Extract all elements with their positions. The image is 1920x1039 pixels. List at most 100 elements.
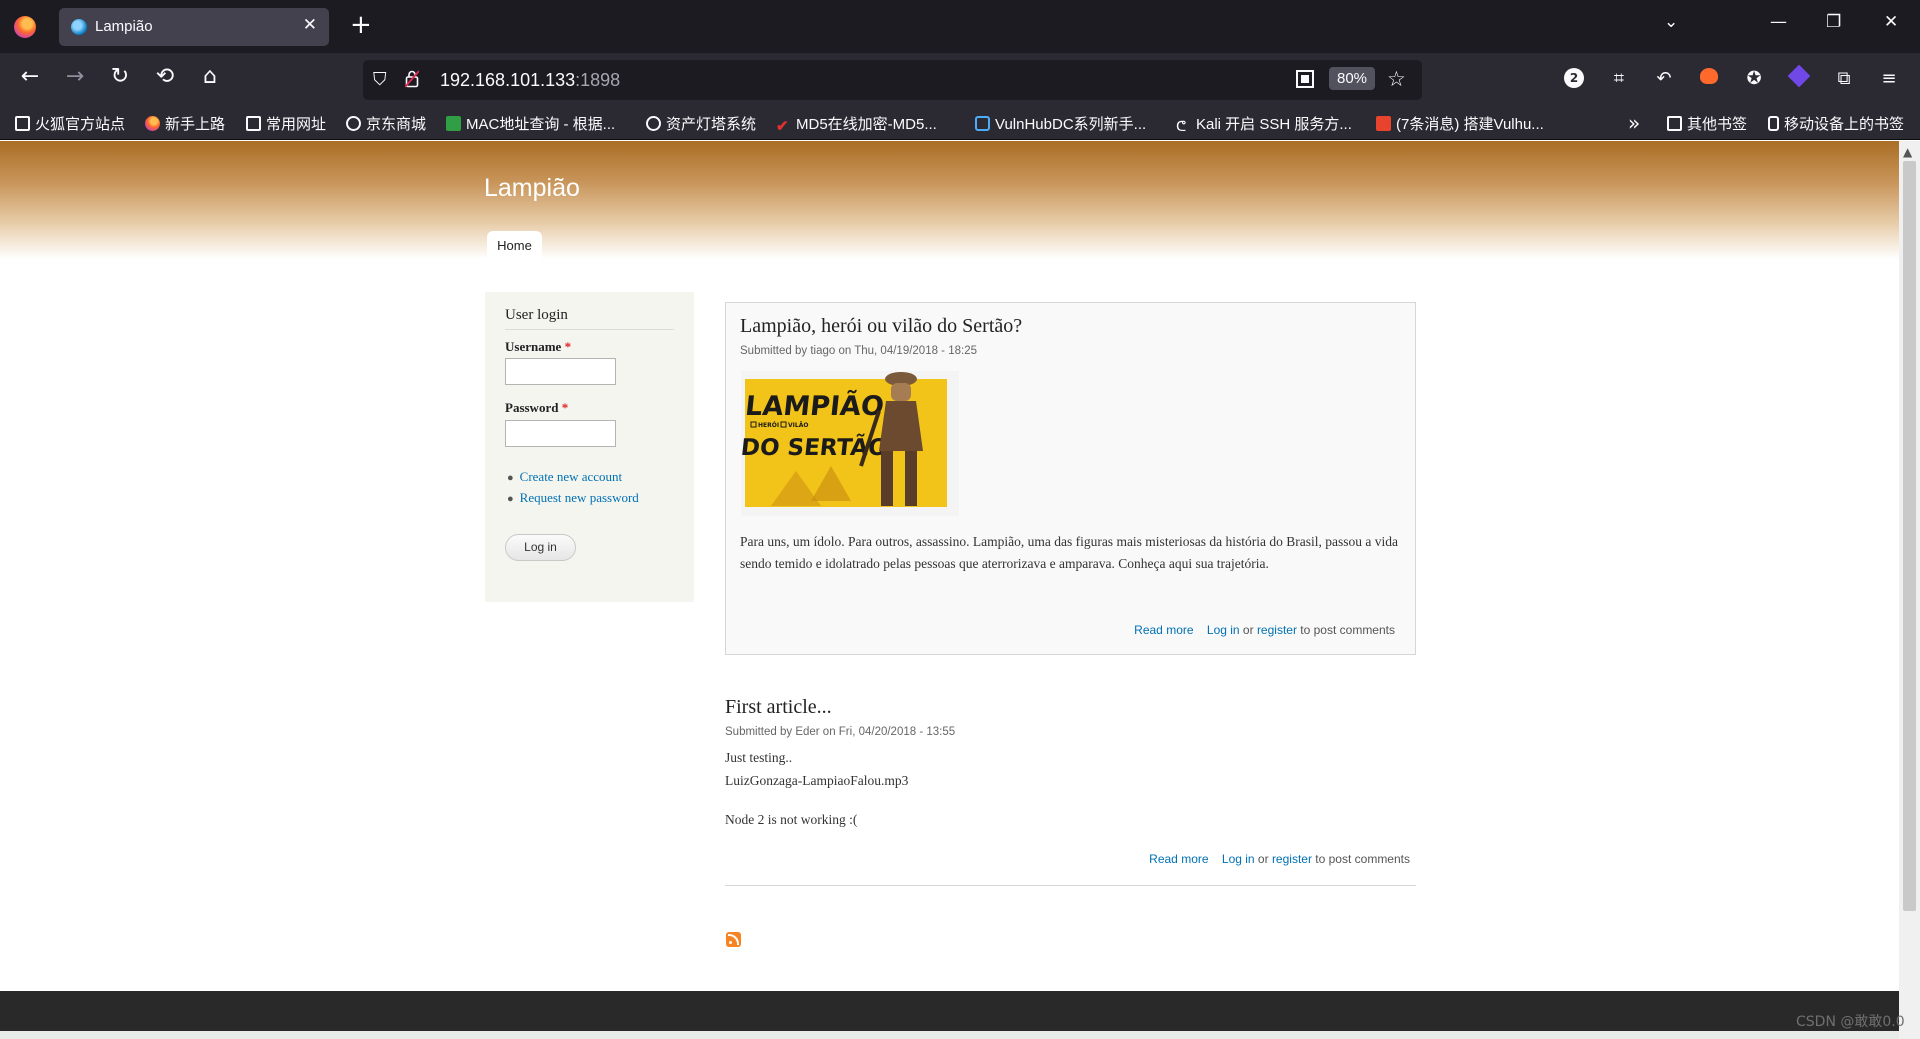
tracking-shield-icon[interactable]: ⛉	[373, 69, 387, 90]
bookmark-item[interactable]: ✔ MD5在线加密-MD5...	[776, 113, 937, 135]
csdn-icon	[1376, 116, 1391, 131]
required-marker: *	[561, 400, 569, 415]
list-all-tabs-icon[interactable]: ⌄	[1664, 12, 1678, 32]
restore-window-icon[interactable]: ❐	[1826, 12, 1841, 32]
username-label: Username *	[505, 339, 571, 355]
register-link[interactable]: register	[1272, 852, 1312, 866]
url-host: 192.168.101.133	[440, 70, 576, 90]
article-body-line: Node 2 is not working :(	[725, 812, 858, 827]
extension-badge-icon[interactable]: 2	[1564, 68, 1584, 88]
forward-arrow-icon[interactable]: →	[61, 66, 89, 88]
bookmark-item[interactable]: 火狐官方站点	[15, 113, 125, 134]
password-input[interactable]	[505, 420, 616, 447]
article-links: Read more Log in or register to post com…	[1149, 852, 1410, 866]
bookmarks-toolbar: 火狐官方站点 新手上路 常用网址 京东商城 MAC地址查询 - 根据... 资产…	[0, 107, 1920, 140]
bullet-icon: ●	[507, 472, 514, 484]
folder-icon	[246, 116, 261, 131]
bookmark-item[interactable]: 京东商城	[346, 113, 426, 134]
read-more-link[interactable]: Read more	[1134, 623, 1193, 637]
post-comments-text: to post comments	[1296, 623, 1395, 637]
bookmark-item[interactable]: 新手上路	[145, 113, 225, 134]
article-body-line: Just testing..	[725, 750, 793, 765]
login-button[interactable]: Log in	[505, 534, 576, 561]
insecure-lock-icon[interactable]	[405, 70, 419, 88]
new-tab-button[interactable]: +	[350, 12, 372, 38]
csdn-watermark: CSDN @敢敢0.0	[1796, 1014, 1905, 1030]
register-link[interactable]: register	[1257, 623, 1297, 637]
main-menu-home[interactable]: Home	[487, 231, 542, 259]
bookmark-item[interactable]: MAC地址查询 - 根据...	[446, 113, 615, 134]
url-text[interactable]: 192.168.101.133:1898	[440, 70, 620, 91]
bookmark-item[interactable]: 常用网址	[246, 113, 326, 134]
create-account-link[interactable]: ● Create new account	[507, 467, 639, 488]
page-scrollbar[interactable]: ▲	[1899, 141, 1920, 1039]
kali-dragon-icon: ᕦ	[1176, 118, 1187, 134]
create-account-text: Create new account	[519, 469, 623, 484]
username-input[interactable]	[505, 358, 616, 385]
login-link[interactable]: Log in	[1207, 623, 1240, 637]
article-image[interactable]: LAMPIÃO, HERÓI VILÃO DO SERTÃO	[741, 371, 959, 516]
globe-icon	[346, 116, 361, 131]
article-submitted: Submitted by Eder on Fri, 04/20/2018 - 1…	[725, 726, 956, 738]
bookmark-item[interactable]: 其他书签	[1667, 113, 1747, 134]
firefox-menu-icon[interactable]	[14, 16, 36, 38]
scroll-up-arrow-icon[interactable]: ▲	[1903, 145, 1912, 159]
qr-code-icon[interactable]	[1296, 70, 1314, 88]
history-icon[interactable]: ⟲	[151, 66, 179, 88]
bookmark-label: (7条消息) 搭建Vulhu...	[1396, 116, 1544, 133]
tab-title: Lampião	[95, 18, 153, 35]
bookmark-label: 资产灯塔系统	[666, 116, 757, 133]
or-text: or	[1239, 623, 1257, 637]
hamburger-menu-icon[interactable]: ≡	[1877, 67, 1901, 91]
site-name[interactable]: Lampião	[484, 174, 580, 203]
url-port: :1898	[575, 70, 621, 90]
bookmark-star-icon[interactable]: ☆	[1387, 67, 1406, 91]
bookmark-item[interactable]: VulnHubDC系列新手...	[975, 113, 1146, 134]
lampiao-poster-image: LAMPIÃO, HERÓI VILÃO DO SERTÃO	[741, 371, 959, 516]
scrollbar-thumb[interactable]	[1903, 161, 1916, 911]
article-title[interactable]: Lampião, herói ou vilão do Sertão?	[740, 315, 1022, 338]
address-bar[interactable]: ⛉ 192.168.101.133:1898 80% ☆	[363, 60, 1422, 100]
extensions-puzzle-icon[interactable]: ⧉	[1832, 67, 1856, 91]
more-bookmarks-chevron-icon[interactable]: »	[1628, 111, 1640, 135]
or-text: or	[1254, 852, 1272, 866]
globe-icon	[646, 116, 661, 131]
back-arrow-icon[interactable]: ←	[16, 66, 44, 88]
login-link[interactable]: Log in	[1222, 852, 1255, 866]
password-label: Password *	[505, 400, 568, 416]
bookmark-item[interactable]: (7条消息) 搭建Vulhu...	[1376, 113, 1544, 134]
close-window-icon[interactable]: ✕	[1884, 12, 1898, 32]
bookmark-item[interactable]: 资产灯塔系统	[646, 113, 756, 134]
zoom-level-button[interactable]: 80%	[1329, 67, 1376, 90]
bookmark-label: 新手上路	[165, 116, 226, 133]
minimize-window-icon[interactable]: —	[1770, 12, 1787, 32]
undo-icon[interactable]: ↶	[1652, 67, 1676, 91]
close-tab-icon[interactable]: ✕	[303, 15, 317, 35]
reload-icon[interactable]: ↻	[106, 66, 134, 88]
poster-vilao-text: VILÃO	[788, 422, 808, 429]
article-submitted: Submitted by tiago on Thu, 04/19/2018 - …	[740, 345, 977, 357]
check-icon: ✔	[776, 118, 789, 135]
username-label-text: Username	[505, 339, 562, 354]
fox-extension-icon[interactable]	[1697, 67, 1721, 91]
navigation-toolbar: ← → ↻ ⟲ ⌂ ⛉ 192.168.101.133:1898 80% ☆ 2…	[0, 53, 1920, 107]
screenshot-crop-icon[interactable]: ⌗	[1607, 67, 1631, 91]
purple-extension-icon[interactable]	[1787, 64, 1811, 91]
request-password-link[interactable]: ● Request new password	[507, 488, 639, 509]
rss-feed-icon[interactable]	[726, 932, 741, 947]
request-password-text: Request new password	[519, 490, 639, 505]
bookmark-label: 火狐官方站点	[35, 116, 126, 133]
bookmark-item[interactable]: 移动设备上的书签	[1768, 113, 1904, 134]
site-header: Lampião Home	[0, 141, 1899, 259]
tv-icon	[975, 116, 990, 131]
bookmark-label: 其他书签	[1687, 116, 1748, 133]
read-more-link[interactable]: Read more	[1149, 852, 1208, 866]
bookmark-label: MAC地址查询 - 根据...	[466, 116, 616, 133]
cookie-icon[interactable]: ✪	[1742, 67, 1766, 91]
article-title[interactable]: First article...	[725, 696, 832, 719]
home-icon[interactable]: ⌂	[196, 66, 224, 88]
bookmark-item[interactable]: ᕦ Kali 开启 SSH 服务方...	[1176, 113, 1352, 134]
bookmark-label: Kali 开启 SSH 服务方...	[1196, 116, 1352, 133]
tab-lampiao[interactable]: Lampião ✕	[59, 8, 329, 46]
bookmark-label: VulnHubDC系列新手...	[995, 116, 1147, 133]
